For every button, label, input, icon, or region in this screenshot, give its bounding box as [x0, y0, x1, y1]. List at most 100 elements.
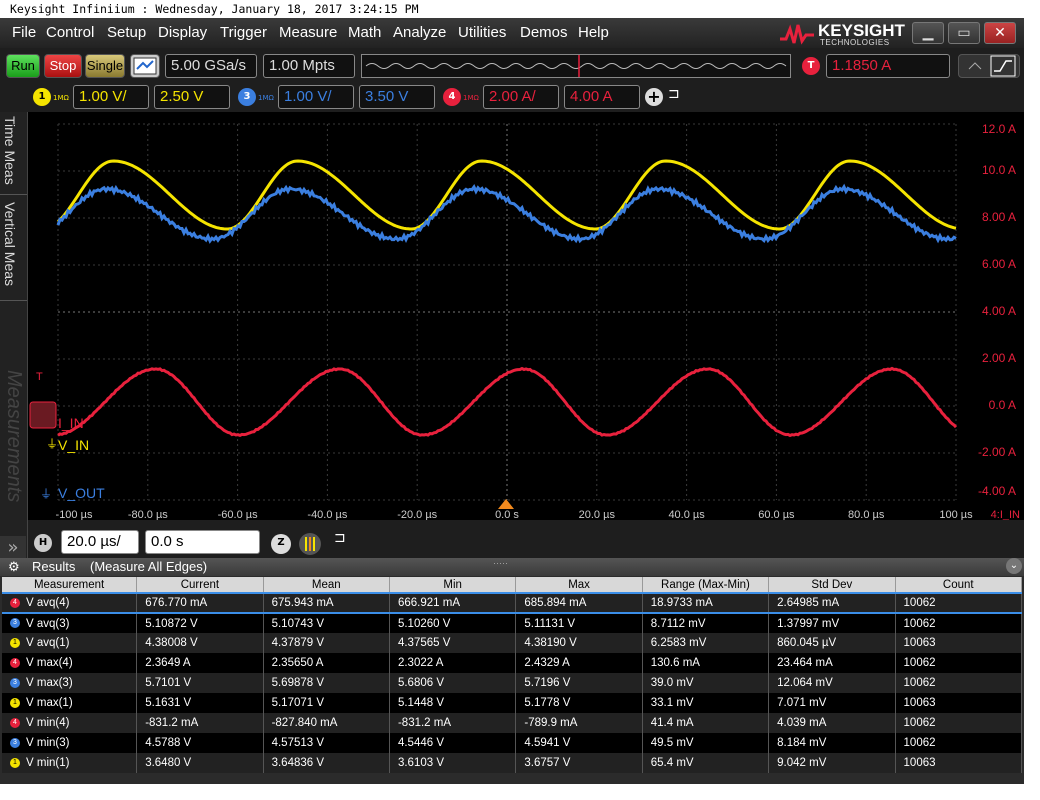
ch1-offset-field[interactable]: 2.50 V	[154, 85, 230, 109]
measurement-value: 7.071 mV	[768, 693, 896, 713]
measurement-row[interactable]: 3 V max(3) 5.7101 V 5.69878 V 5.6806 V 5.7196…	[2, 673, 1023, 693]
measurement-value: 65.4 mV	[642, 753, 770, 773]
keysight-wave-icon	[780, 24, 814, 45]
trigger-position-marker[interactable]	[498, 499, 514, 509]
horizontal-pin-icon[interactable]: ⊐	[334, 530, 346, 546]
horizontal-badge: H	[34, 534, 52, 552]
measurement-value: 39.0 mV	[642, 673, 770, 693]
ch3-ground-marker[interactable]: ⏚	[40, 487, 52, 501]
measurement-value: 5.7101 V	[136, 673, 264, 693]
ch1-scale-field[interactable]: 1.00 V/	[73, 85, 149, 109]
column-header[interactable]: Std Dev	[768, 577, 896, 593]
measurement-name: 3 V min(3)	[2, 733, 138, 753]
run-button[interactable]: Run	[6, 54, 40, 78]
column-header[interactable]: Mean	[263, 577, 390, 593]
time-position-field[interactable]: 0.0 s	[145, 530, 260, 554]
ch1-ground-marker[interactable]: ⏚	[46, 437, 58, 451]
menu-demos[interactable]: Demos	[520, 24, 568, 41]
menu-trigger[interactable]: Trigger	[220, 24, 267, 41]
tab-time-meas[interactable]: Time Meas	[2, 116, 18, 196]
zoom-icon[interactable]: Z	[271, 534, 291, 554]
measurement-value: 41.4 mA	[642, 713, 770, 733]
time-scale-field[interactable]: 20.0 µs/	[61, 530, 139, 554]
ch4-scale-field[interactable]: 2.00 A/	[483, 85, 559, 109]
measurement-value: 676.770 mA	[136, 592, 264, 614]
collapse-results-icon[interactable]: ⌄	[1006, 558, 1022, 574]
measurement-value: 2.3022 A	[389, 653, 517, 673]
menu-control[interactable]: Control	[46, 24, 94, 41]
results-gear-icon[interactable]: ⚙	[8, 559, 20, 575]
tab-measurements[interactable]: Measurements	[2, 370, 25, 540]
measurement-row[interactable]: 4 V avq(4) 676.770 mA 675.943 mA 666.921 mA 6…	[2, 592, 1023, 614]
app-window: File Control Setup Display Trigger Measu…	[0, 18, 1024, 784]
measurement-value: 10062	[895, 713, 1023, 733]
measurement-value: -789.9 mA	[515, 713, 643, 733]
ch4-badge[interactable]: 4	[443, 88, 461, 106]
trigger-mode-button[interactable]	[958, 54, 1020, 78]
ch1-badge[interactable]: 1	[33, 88, 51, 106]
column-header[interactable]: Max	[515, 577, 643, 593]
waveform-overview[interactable]	[361, 54, 791, 78]
measurement-row[interactable]: 4 V max(4) 2.3649 A 2.35650 A 2.3022 A 2.4329…	[2, 653, 1023, 673]
results-drag-handle[interactable]: ·····	[493, 558, 508, 568]
measurement-row[interactable]: 3 V min(3) 4.5788 V 4.57513 V 4.5446 V 4.5941…	[2, 733, 1023, 753]
measurement-row[interactable]: 3 V avq(3) 5.10872 V 5.10743 V 5.10260 V 5.11…	[2, 613, 1023, 633]
menu-setup[interactable]: Setup	[107, 24, 146, 41]
menu-math[interactable]: Math	[348, 24, 381, 41]
measurement-value: 5.6806 V	[389, 673, 517, 693]
column-header[interactable]: Current	[136, 577, 264, 593]
waveform-display[interactable]: 12.0 A 10.0 A 8.00 A 6.00 A 4.00 A 2.00 A 0.0 …	[28, 112, 1024, 521]
memory-depth-field[interactable]: 1.00 Mpts	[263, 54, 355, 78]
single-button[interactable]: Single	[85, 54, 125, 78]
measurement-value: 685.894 mA	[515, 592, 643, 614]
scope-plot[interactable]: 12.0 A 10.0 A 8.00 A 6.00 A 4.00 A 2.00 A 0.0 …	[28, 112, 1024, 521]
measurement-value: -827.840 mA	[263, 713, 390, 733]
tab-vertical-meas[interactable]: Vertical Meas	[2, 202, 18, 302]
measurement-row[interactable]: 1 V avq(1) 4.38008 V 4.37879 V 4.37565 V 4.38…	[2, 633, 1023, 653]
measurement-row[interactable]: 1 V max(1) 5.1631 V 5.17071 V 5.1448 V 5.1778…	[2, 693, 1023, 713]
ch4-impedance: 1MΩ	[463, 94, 479, 102]
sample-rate-field[interactable]: 5.00 GSa/s	[165, 54, 257, 78]
measurement-value: 2.35650 A	[263, 653, 390, 673]
column-header[interactable]: Count	[895, 577, 1023, 593]
ch3-scale-field[interactable]: 1.00 V/	[278, 85, 354, 109]
menu-file[interactable]: File	[12, 24, 36, 41]
measurement-label: V min(3)	[26, 737, 70, 749]
menu-measure[interactable]: Measure	[279, 24, 337, 41]
horizontal-settings-icon[interactable]	[299, 533, 321, 555]
ch3-badge[interactable]: 3	[238, 88, 256, 106]
measurement-value: 5.11131 V	[515, 613, 643, 633]
menu-help[interactable]: Help	[578, 24, 609, 41]
measurement-value: 666.921 mA	[389, 592, 517, 614]
measurement-value: 3.6757 V	[515, 753, 643, 773]
measurement-value: 5.10872 V	[136, 613, 264, 633]
trigger-level-field[interactable]: 1.1850 A	[826, 54, 950, 78]
results-mode: (Measure All Edges)	[90, 559, 208, 574]
close-button[interactable]: ✕	[984, 22, 1016, 44]
add-channel-button[interactable]: +	[645, 88, 663, 106]
stop-button[interactable]: Stop	[44, 54, 82, 78]
maximize-button[interactable]: ▭	[948, 22, 980, 44]
trigger-level-marker[interactable]: T	[36, 371, 43, 383]
pin-icon[interactable]: ⊐	[668, 86, 680, 102]
plus-icon: +	[647, 87, 661, 106]
column-header[interactable]: Min	[389, 577, 517, 593]
measurement-value: 4.37879 V	[263, 633, 390, 653]
y-tick-label: 2.00 A	[982, 351, 1016, 365]
ch3-offset-field[interactable]: 3.50 V	[359, 85, 435, 109]
measurement-value: 5.1631 V	[136, 693, 264, 713]
menu-utilities[interactable]: Utilities	[458, 24, 506, 41]
measurement-row[interactable]: 4V min(4) -831.2 mA -827.840 mA -831.2 mA -7…	[2, 713, 1023, 733]
measurement-row[interactable]: 1 V min(1) 3.6480 V 3.64836 V 3.6103 V 3.6757…	[2, 753, 1023, 773]
menu-display[interactable]: Display	[158, 24, 207, 41]
minimize-button[interactable]: ▁	[912, 22, 944, 44]
measurement-value: 5.7196 V	[515, 673, 643, 693]
channel-dot-icon: 3	[10, 677, 20, 688]
column-header[interactable]: Range (Max-Min)	[642, 577, 770, 593]
autoscale-button[interactable]	[130, 54, 160, 78]
measurement-value: 4.5446 V	[389, 733, 517, 753]
ch4-ground-marker[interactable]	[29, 401, 57, 429]
menu-analyze[interactable]: Analyze	[393, 24, 446, 41]
column-header[interactable]: Measurement	[2, 577, 138, 593]
ch4-offset-field[interactable]: 4.00 A	[564, 85, 640, 109]
